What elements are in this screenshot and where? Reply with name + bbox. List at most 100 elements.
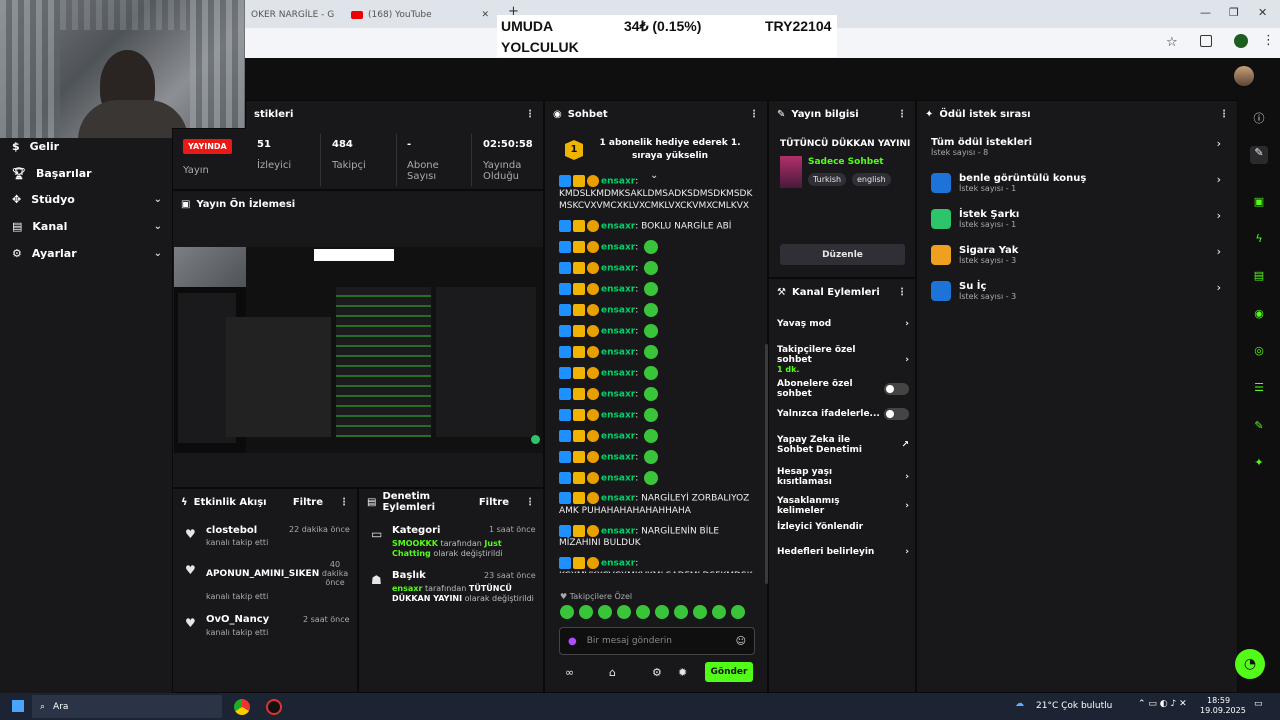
chat-username[interactable]: ensaxr [601,306,635,316]
sidebar-item-basarilar[interactable]: 🏆︎ Başarılar [12,162,162,184]
channel-action-item[interactable]: Yavaş mod › [777,319,909,329]
browser-tab-youtube[interactable]: (168) YouTube ✕ [345,4,495,26]
close-window-icon[interactable]: ✕ [1258,6,1267,19]
info-icon[interactable]: ⓘ [1250,110,1268,128]
toggle-switch[interactable] [883,383,909,395]
reward-item[interactable]: İstek Şarkı İstek sayısı - 1 › [931,209,1221,229]
tag[interactable]: Turkish [808,173,847,186]
emote-icon[interactable] [579,605,593,619]
browser-tab[interactable]: OKER NARGİLE - G [245,4,345,26]
emoji-icon[interactable]: ☺ [736,636,746,647]
bolt-icon[interactable]: ϟ [1250,232,1268,250]
reward-item[interactable]: benle görüntülü konuş İstek sayısı - 1 › [931,173,1221,193]
obs-icon[interactable] [266,699,282,715]
send-button[interactable]: Gönder [705,662,753,682]
browser-menu-icon[interactable]: ⋮ [1262,33,1275,48]
sidebar-item-ayarlar[interactable]: ⚙ Ayarlar ⌄ [12,242,162,264]
chat-input[interactable]: ● Bir mesaj gönderin ☺ [559,627,755,655]
chat-username[interactable]: ensaxr [601,453,635,463]
bookmark-star-icon[interactable]: ☆ [1166,35,1178,50]
more-icon[interactable]: ⋮ [897,109,907,120]
notification-icon[interactable]: ▭ [1254,699,1263,709]
edit-button[interactable]: Düzenle [780,244,905,265]
emote-icon[interactable] [712,605,726,619]
more-icon[interactable]: ⋮ [525,497,535,508]
emote-bar[interactable] [560,605,760,621]
chat-username[interactable]: ensaxr [601,243,635,253]
chat-icon[interactable]: ◉ [1250,307,1268,325]
badge-icon[interactable]: ✹ [678,666,687,679]
emote-icon[interactable] [617,605,631,619]
emote-icon[interactable] [731,605,745,619]
channel-action-item[interactable]: Yalnızca ifadelerle... [777,408,909,420]
close-tab-icon[interactable]: ✕ [481,10,489,20]
channel-action-item[interactable]: Hesap yaşı kısıtlaması › [777,467,909,487]
chat-username[interactable]: ensaxr [601,348,635,358]
tag[interactable]: english [852,173,891,186]
broadcast-icon[interactable]: ◎ [1250,344,1268,362]
maximize-icon[interactable]: ❐ [1229,6,1239,19]
chat-username[interactable]: ensaxr [601,221,635,231]
ticker-price: TRY22104 [765,18,832,34]
chat-username[interactable]: ensaxr [601,432,635,442]
wrench-icon[interactable]: ✎ [1250,419,1268,437]
filter-button[interactable]: Filtre [293,497,323,508]
store-icon[interactable]: ⌂ [609,666,616,679]
minimize-icon[interactable]: — [1200,6,1211,19]
chat-username[interactable]: ensaxr [601,390,635,400]
channel-action-item[interactable]: İzleyici Yönlendir [777,522,909,532]
chat-username[interactable]: ensaxr [601,369,635,379]
chat-username[interactable]: ensaxr [601,177,635,187]
channel-action-item[interactable]: Yasaklanmış kelimeler › [777,496,909,516]
more-icon[interactable]: ⋮ [749,109,759,120]
emote-icon[interactable] [674,605,688,619]
document-icon[interactable]: ▤ [1250,269,1268,287]
extensions-icon[interactable] [1200,35,1212,47]
reward-icon[interactable]: ✦ [1250,456,1268,474]
gear-icon[interactable]: ⚙ [652,666,662,679]
windows-start-icon[interactable] [12,700,24,712]
more-icon[interactable]: ⋮ [1219,109,1229,120]
taskbar-search[interactable]: ⌕ Ara [32,695,222,718]
channel-action-item[interactable]: Takipçilere özel sohbet 1 dk. › [777,345,909,375]
sidebar-item-kanal[interactable]: ▤ Kanal ⌄ [12,215,162,237]
chat-username[interactable]: ensaxr [601,494,635,504]
more-icon[interactable]: ⋮ [897,287,907,298]
more-icon[interactable]: ⋮ [525,109,535,120]
emote-icon[interactable] [598,605,612,619]
stream-preview-video[interactable] [174,247,543,453]
sidebar-item-studyo[interactable]: ✥ Stüdyo ⌄ [12,188,162,210]
screen-icon[interactable]: ▣ [1250,195,1268,213]
channel-action-item[interactable]: Abonelere özel sohbet [777,379,909,399]
pencil-icon[interactable]: ✎ [1250,146,1268,164]
more-icon[interactable]: ⋮ [339,497,349,508]
loop-icon[interactable]: ∞ [565,666,574,679]
emote-icon[interactable] [560,605,574,619]
emote-icon[interactable] [655,605,669,619]
emote-icon[interactable] [636,605,650,619]
reward-item[interactable]: Sigara Yak İstek sayısı - 3 › [931,245,1221,265]
chat-username[interactable]: ensaxr [601,411,635,421]
reward-item[interactable]: Su İç İstek sayısı - 3 › [931,281,1221,301]
filter-button[interactable]: Filtre [479,497,509,508]
channel-action-item[interactable]: Hedefleri belirleyin › [777,547,909,557]
tray-icons[interactable]: ⌃ ▭ ◐ ♪ ✕ [1138,699,1187,709]
help-support-icon[interactable]: ◔ [1235,649,1265,679]
chat-username[interactable]: ensaxr [601,474,635,484]
list-icon[interactable]: ☰ [1250,381,1268,399]
chat-username[interactable]: ensaxr [601,526,635,536]
chat-username[interactable]: ensaxr [601,285,635,295]
chat-username[interactable]: ensaxr [601,327,635,337]
toggle-switch[interactable] [883,408,909,420]
profile-icon[interactable] [1234,34,1248,48]
microphone-icon[interactable]: ● [568,636,577,647]
emote-icon[interactable] [693,605,707,619]
chrome-icon[interactable] [234,699,250,715]
channel-action-item[interactable]: Yapay Zeka ile Sohbet Denetimi ↗ [777,435,909,455]
category-name[interactable]: Sadece Sohbet [808,157,884,167]
sidebar-item-gelir[interactable]: $ Gelir [12,135,162,157]
chat-username[interactable]: ensaxr [601,559,635,569]
chat-username[interactable]: ensaxr [601,264,635,274]
user-avatar[interactable] [1234,66,1254,86]
reward-all[interactable]: Tüm ödül istekleri İstek sayısı - 8 › [931,137,1221,157]
